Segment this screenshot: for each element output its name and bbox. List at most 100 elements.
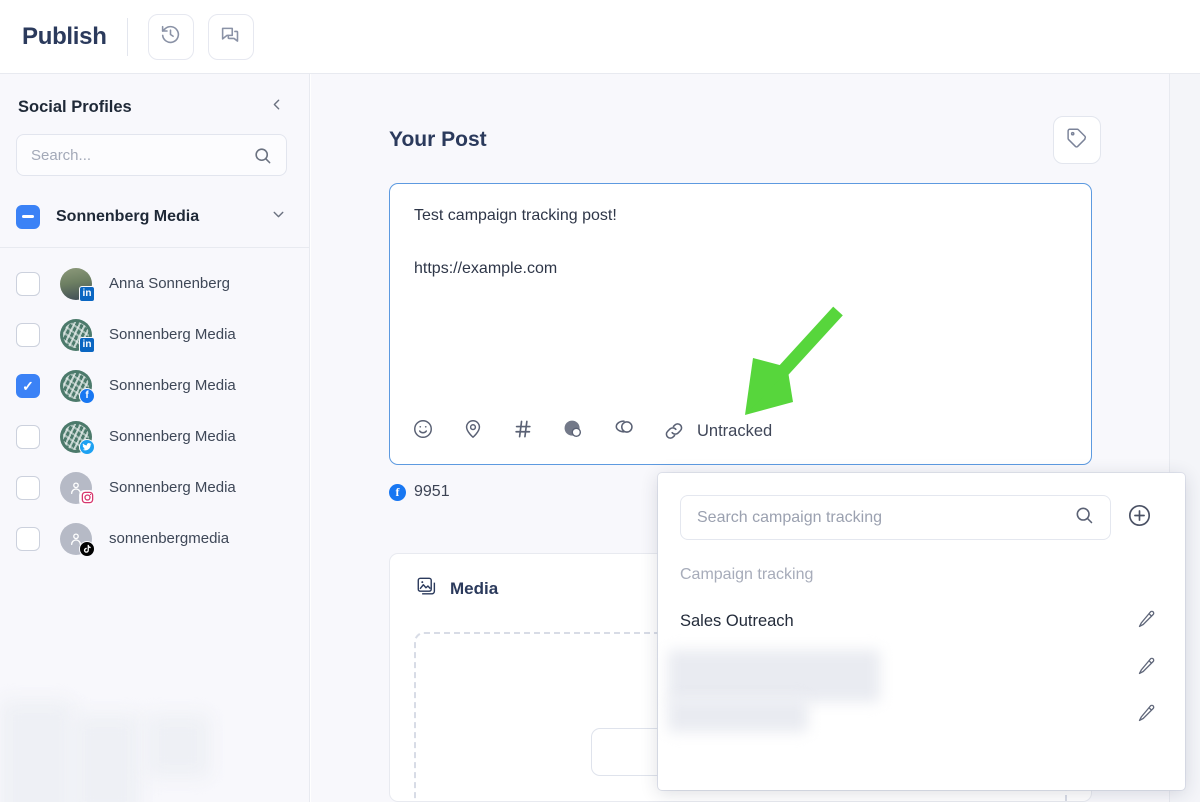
globe-icon — [562, 418, 584, 445]
pencil-icon — [1136, 609, 1157, 635]
list-item[interactable]: Sonnenberg Media — [0, 411, 309, 462]
pencil-icon — [1136, 703, 1157, 729]
profile-checkbox[interactable] — [16, 475, 40, 500]
checkmark-icon: ✓ — [22, 377, 34, 394]
list-item[interactable]: in Anna Sonnenberg — [0, 258, 309, 309]
character-count: 9951 — [414, 483, 450, 500]
campaign-name: Sales Outreach — [680, 612, 794, 630]
sidebar-collapse-button[interactable] — [268, 96, 285, 118]
comments-icon — [220, 24, 241, 50]
post-line-1: Test campaign tracking post! — [414, 207, 617, 224]
checkbox-dash-icon — [22, 215, 34, 218]
obscured-region — [668, 650, 880, 702]
campaign-search-input[interactable] — [697, 508, 1074, 527]
list-item[interactable]: Sales Outreach — [658, 598, 1185, 645]
app-title: Publish — [22, 22, 107, 50]
list-item[interactable]: ✓ f Sonnenberg Media — [0, 360, 309, 411]
group-name: Sonnenberg Media — [56, 207, 200, 225]
header-divider — [126, 17, 128, 56]
profile-search-input[interactable] — [31, 146, 253, 164]
social-profiles-sidebar: Social Profiles Sonnenberg Media — [0, 74, 310, 802]
reply-button[interactable] — [612, 417, 635, 445]
tag-icon — [1066, 127, 1088, 154]
sidebar-search-wrap — [0, 118, 309, 176]
list-item[interactable]: in Sonnenberg Media — [0, 309, 309, 360]
obscured-region — [668, 698, 808, 732]
group-expand-button[interactable] — [270, 206, 287, 228]
profile-checkbox[interactable]: ✓ — [16, 373, 40, 398]
twitter-icon — [79, 438, 95, 455]
profile-checkbox[interactable] — [16, 424, 40, 449]
facebook-icon: f — [389, 483, 406, 501]
chevron-down-icon — [270, 206, 287, 228]
chevron-left-icon — [268, 96, 285, 118]
campaign-tracking-dropdown: Campaign tracking Sales Outreach — [658, 473, 1185, 790]
post-editor[interactable]: Test campaign tracking post! https://exa… — [389, 183, 1092, 465]
list-item[interactable]: Sonnenberg Media — [0, 462, 309, 513]
hashtag-button[interactable] — [512, 418, 534, 445]
comments-button[interactable] — [207, 13, 254, 60]
tracking-status-label: Untracked — [697, 421, 773, 440]
main-header: Your Post — [311, 74, 1169, 164]
campaign-tracking-button[interactable]: Untracked — [663, 420, 772, 442]
obscured-region — [146, 714, 210, 778]
post-line-2: https://example.com — [414, 259, 558, 277]
obscured-region — [0, 700, 72, 802]
campaign-search-box[interactable] — [680, 495, 1111, 540]
character-counter: f 9951 — [389, 483, 450, 501]
avatar: f — [60, 369, 95, 404]
speech-bubbles-icon — [612, 417, 635, 445]
pencil-icon — [1136, 656, 1157, 682]
search-icon — [1074, 505, 1094, 530]
instagram-icon — [79, 489, 95, 506]
profile-list: in Anna Sonnenberg in Sonnenberg Media ✓ — [0, 248, 309, 564]
profile-name: Sonnenberg Media — [109, 479, 236, 496]
profile-name: Sonnenberg Media — [109, 326, 236, 343]
emoji-icon — [412, 418, 434, 445]
history-button[interactable] — [147, 13, 194, 60]
media-title: Media — [450, 579, 499, 598]
group-checkbox[interactable] — [16, 204, 40, 229]
profile-name: Sonnenberg Media — [109, 377, 236, 394]
hashtag-icon — [512, 418, 534, 445]
avatar: in — [60, 318, 95, 353]
profile-group-row[interactable]: Sonnenberg Media — [0, 186, 309, 248]
profile-checkbox[interactable] — [16, 322, 40, 347]
tag-button[interactable] — [1053, 116, 1101, 164]
top-bar: Publish — [0, 0, 1200, 74]
location-button[interactable] — [462, 418, 484, 445]
edit-campaign-button[interactable] — [1136, 609, 1157, 635]
emoji-button[interactable] — [412, 418, 434, 445]
profile-checkbox[interactable] — [16, 526, 40, 551]
post-toolbar: Untracked — [390, 398, 1091, 464]
location-pin-icon — [462, 418, 484, 445]
link-icon — [663, 420, 685, 442]
image-icon — [416, 576, 437, 602]
edit-campaign-button[interactable] — [1136, 656, 1157, 682]
profile-name: Sonnenberg Media — [109, 428, 236, 445]
facebook-icon: f — [79, 387, 95, 404]
edit-campaign-button[interactable] — [1136, 703, 1157, 729]
obscured-region — [72, 714, 140, 802]
search-icon — [253, 146, 272, 165]
page-title: Your Post — [389, 128, 487, 151]
profile-name: sonnenbergmedia — [109, 530, 230, 547]
profile-checkbox[interactable] — [16, 271, 40, 296]
sidebar-header: Social Profiles — [0, 74, 309, 118]
dropdown-search-row — [658, 473, 1185, 540]
list-item[interactable]: sonnenbergmedia — [0, 513, 309, 564]
add-campaign-button[interactable] — [1127, 503, 1152, 533]
publish-app: Publish Social Profiles Search... Sonnen… — [0, 0, 1200, 802]
plus-circle-icon — [1127, 503, 1152, 533]
profile-name: Anna Sonnenberg — [109, 275, 230, 292]
dropdown-section-label: Campaign tracking — [680, 566, 814, 583]
tiktok-icon — [79, 540, 95, 557]
avatar: in — [60, 267, 95, 302]
history-icon — [160, 24, 181, 50]
profile-search-box[interactable] — [16, 134, 287, 176]
globe-button[interactable] — [562, 418, 584, 445]
avatar — [60, 522, 95, 557]
post-body[interactable]: Test campaign tracking post! https://exa… — [390, 184, 1091, 278]
avatar — [60, 420, 95, 455]
sidebar-title: Social Profiles — [18, 97, 132, 116]
